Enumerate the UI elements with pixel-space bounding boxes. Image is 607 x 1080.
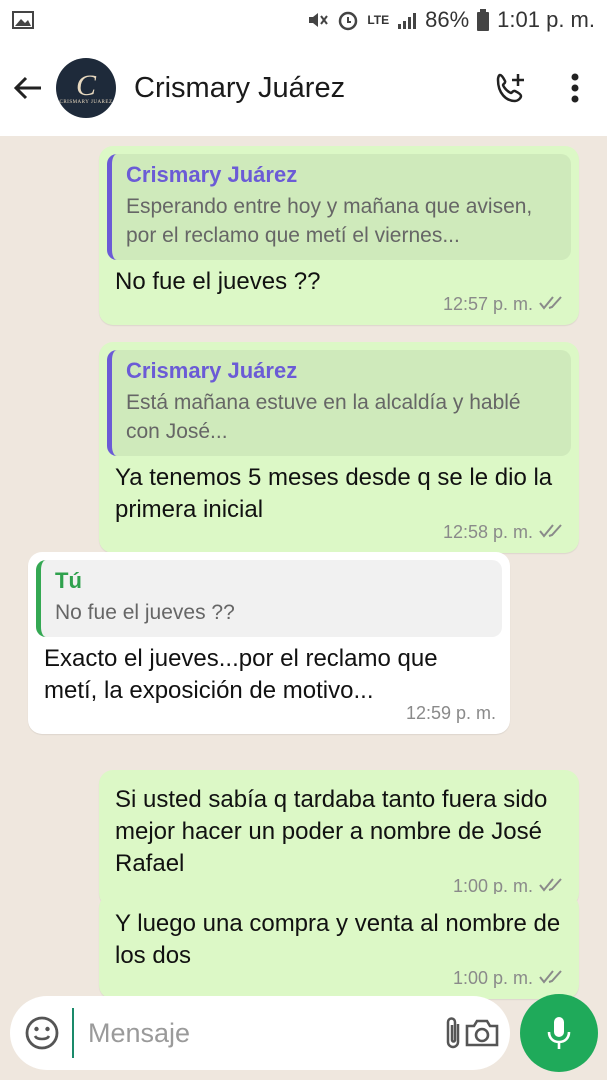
quoted-message[interactable]: Tú No fue el jueves ??: [36, 560, 502, 637]
kebab-menu-icon: [571, 73, 579, 103]
emoji-icon: [25, 1016, 59, 1050]
voice-record-button[interactable]: [520, 994, 598, 1072]
network-label: LTE: [367, 13, 390, 27]
quote-text: No fue el jueves ??: [55, 601, 235, 624]
avatar[interactable]: C CRISMARY JUAREZ: [56, 58, 116, 118]
chat-header: C CRISMARY JUAREZ Crismary Juárez: [0, 40, 607, 136]
message-bubble-outgoing[interactable]: Y luego una compra y venta al nombre de …: [99, 894, 579, 999]
message-time: 12:58 p. m.: [442, 522, 533, 542]
paperclip-icon: [446, 1017, 460, 1049]
quoted-message[interactable]: Crismary Juárez Está mañana estuve en la…: [107, 350, 571, 456]
avatar-initial: C: [75, 68, 96, 102]
back-button[interactable]: [0, 40, 56, 136]
add-call-button[interactable]: [479, 56, 543, 120]
message-bubble-outgoing[interactable]: Crismary Juárez Está mañana estuve en la…: [99, 342, 579, 553]
alarm-icon: [337, 9, 359, 31]
message-bubble-outgoing[interactable]: Crismary Juárez Esperando entre hoy y ma…: [99, 146, 579, 325]
clock-time: 1:01 p. m.: [497, 7, 595, 32]
phone-plus-icon: [496, 73, 524, 103]
quote-text: Está mañana estuve en la alcaldía y habl…: [126, 391, 521, 443]
mute-icon: [307, 10, 329, 30]
signal-icon: [397, 11, 417, 29]
message-time: 12:59 p. m.: [405, 703, 496, 723]
message-text: Ya tenemos 5 meses desde q se le dio la …: [115, 464, 553, 523]
gallery-icon: [12, 11, 34, 29]
message-text: Y luego una compra y venta al nombre de …: [115, 910, 561, 969]
quote-text: Esperando entre hoy y mañana que avisen,…: [126, 195, 533, 247]
status-bar: LTE 86% 1:01 p. m.: [0, 0, 607, 40]
attach-button[interactable]: [442, 1007, 464, 1059]
message-time: 1:00 p. m.: [452, 968, 533, 988]
double-check-icon: [539, 968, 565, 989]
message-input-bar: [10, 996, 510, 1070]
chat-area[interactable]: Crismary Juárez Esperando entre hoy y ma…: [0, 136, 607, 999]
more-options-button[interactable]: [543, 56, 607, 120]
message-input[interactable]: [72, 1008, 442, 1058]
battery-percent: 86%: [425, 7, 470, 32]
message-time: 12:57 p. m.: [442, 294, 533, 314]
message-bubble-outgoing[interactable]: Si usted sabía q tardaba tanto fuera sid…: [99, 770, 579, 907]
quote-author: Tú: [55, 568, 82, 593]
double-check-icon: [539, 294, 565, 315]
quote-author: Crismary Juárez: [126, 358, 298, 383]
camera-button[interactable]: [464, 1007, 500, 1059]
emoji-button[interactable]: [24, 1011, 60, 1055]
message-text: Si usted sabía q tardaba tanto fuera sid…: [115, 786, 548, 877]
message-bubble-incoming[interactable]: Tú No fue el jueves ?? Exacto el jueves.…: [28, 552, 510, 734]
quoted-message[interactable]: Crismary Juárez Esperando entre hoy y ma…: [107, 154, 571, 260]
microphone-icon: [547, 1017, 571, 1049]
message-text: No fue el jueves ??: [115, 268, 321, 295]
avatar-text: CRISMARY JUAREZ: [59, 99, 113, 105]
arrow-left-icon: [13, 76, 41, 100]
battery-icon: [477, 9, 490, 31]
quote-author: Crismary Juárez: [126, 162, 298, 187]
double-check-icon: [539, 522, 565, 543]
camera-icon: [465, 1019, 499, 1047]
message-text: Exacto el jueves...por el reclamo que me…: [44, 645, 438, 704]
contact-name[interactable]: Crismary Juárez: [134, 72, 345, 105]
